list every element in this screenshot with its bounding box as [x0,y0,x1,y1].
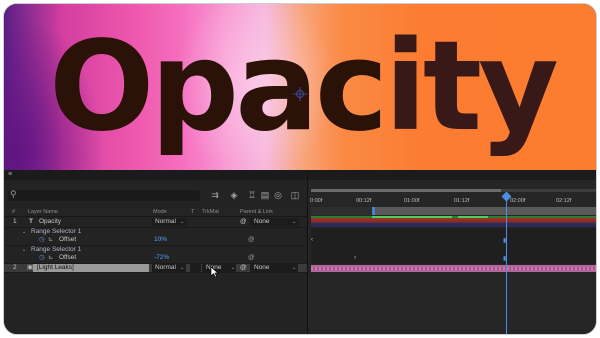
timeline-panel-tab[interactable]: ≡ [4,170,596,180]
property-group-row[interactable]: ⌄ Range Selector 1 [4,246,307,254]
row-separator [4,272,307,273]
range-selector-label[interactable]: Range Selector 1 [31,228,81,236]
property-track [311,228,596,237]
chevron-down-icon: ⌄ [292,219,297,225]
layer-number: 2 [13,264,17,271]
expression-pickwhip-icon[interactable]: @ [248,254,255,262]
work-area-fill[interactable] [311,189,501,192]
layer-bar-light-leaks[interactable] [311,265,596,272]
text-layer-icon: T [29,218,33,225]
preserve-transparency-toggle[interactable] [190,264,201,272]
playhead-line[interactable] [506,194,507,334]
graph-link-icon[interactable]: ⊾ [48,236,53,244]
layer-name[interactable]: [Light Leaks] [37,264,74,272]
keyframe-icon[interactable]: ‹ [311,237,313,243]
composition-viewer[interactable]: Opacity [4,4,596,170]
column-trkmat[interactable]: TrkMat [202,209,219,215]
property-row[interactable]: ◷ ⊾ Offset -72% @ [4,254,307,262]
graph-link-icon[interactable]: ⊾ [48,254,53,262]
chevron-down-icon: ⌄ [231,265,236,271]
timeline-graph[interactable]: 0:00f 00:12f 01:00f 01:12f 02:00f 02:12f… [308,180,596,334]
expression-pickwhip-icon[interactable]: @ [248,236,255,244]
offset-value[interactable]: 10% [154,236,167,244]
parent-pickwhip-icon[interactable]: @ [240,264,247,272]
chevron-down-icon: ⌄ [292,265,297,271]
stopwatch-icon[interactable]: ◷ [39,236,45,244]
draft-3d-icon[interactable]: ◈ [228,190,240,201]
parent-value: None [254,218,270,225]
anchor-point-icon[interactable] [293,87,307,101]
layer-outline-panel: ⚲ ⇉ ◈ ♖ ▤ ◎ ◫ # Layer Name Mode T TrkMat… [4,180,307,334]
column-header-row: # Layer Name Mode T TrkMat Parent & Link [4,208,307,217]
chevron-down-icon: ⌄ [180,265,185,271]
column-layer-name[interactable]: Layer Name [28,209,58,215]
parent-value: None [254,264,270,271]
parent-pickwhip-icon[interactable]: @ [240,218,247,226]
text-layer-preview-main: Opac [49,15,388,159]
chevron-down-icon: ⌄ [180,219,185,225]
tick-label: 00:12f [356,198,372,204]
motion-blur-icon[interactable]: ◎ [272,190,284,201]
shy-layers-icon[interactable]: ♖ [246,190,258,201]
frame-blending-icon[interactable]: ▤ [259,190,271,201]
tick-label: 0:00f [310,198,323,204]
column-parent-link[interactable]: Parent & Link [240,209,273,215]
column-mode[interactable]: Mode [153,209,167,215]
blend-mode-value: Normal [155,218,176,225]
keyframe-icon[interactable]: ‹ [354,255,356,261]
graph-editor-icon[interactable]: ◫ [289,190,301,201]
offset-value[interactable]: -72% [154,254,169,262]
property-group-row[interactable]: ⌄ Range Selector 1 [4,228,307,236]
property-name: Offset [59,254,77,261]
tick-label: 02:00f [510,198,526,204]
layer-bar-opacity[interactable] [311,218,596,227]
range-selector-label[interactable]: Range Selector 1 [31,246,81,254]
tick-label: 01:12f [454,198,470,204]
layer-row-selected[interactable]: 2 ▣ [Light Leaks] Normal ⌄ None ⌄ @ None… [4,264,307,272]
layer-row[interactable]: 1 T Opacity Normal ⌄ @ None ⌄ [4,218,307,226]
timeline-toolbar: ⚲ ⇉ ◈ ♖ ▤ ◎ ◫ [4,180,307,204]
tick-label: 02:12f [556,198,572,204]
panel-menu-icon[interactable]: ≡ [8,171,12,178]
text-layer-preview-tail: ity [384,15,559,159]
composition-flowchart-icon[interactable]: ⇉ [209,190,221,201]
layer-name[interactable]: Opacity [39,218,61,226]
property-track [311,246,596,255]
expand-arrow-icon[interactable]: ⌄ [22,246,26,254]
column-num[interactable]: # [12,209,15,215]
timeline-navigator-left[interactable] [311,207,372,215]
property-row[interactable]: ◷ ⊾ Offset 10% @ [4,236,307,244]
stopwatch-icon[interactable]: ◷ [39,254,45,262]
expand-arrow-icon[interactable]: ⌄ [22,228,26,236]
layer-number: 1 [13,218,17,225]
blend-mode-value: Normal [155,264,176,271]
property-name: Offset [59,236,77,243]
column-t[interactable]: T [191,209,194,215]
search-icon: ⚲ [10,189,17,199]
timeline-navigator[interactable] [372,207,596,215]
layer-search-input[interactable]: ⚲ [8,189,200,201]
property-track[interactable] [311,237,596,246]
time-ruler[interactable]: 0:00f 00:12f 01:00f 01:12f 02:00f 02:12f [308,180,596,216]
navigator-start-handle[interactable] [372,207,375,215]
tick-label: 01:00f [404,198,420,204]
mouse-cursor-icon [210,266,219,278]
app-window: Opacity ≡ ⚲ ⇉ ◈ ♖ ▤ ◎ ◫ # Layer Name Mod… [3,3,597,335]
